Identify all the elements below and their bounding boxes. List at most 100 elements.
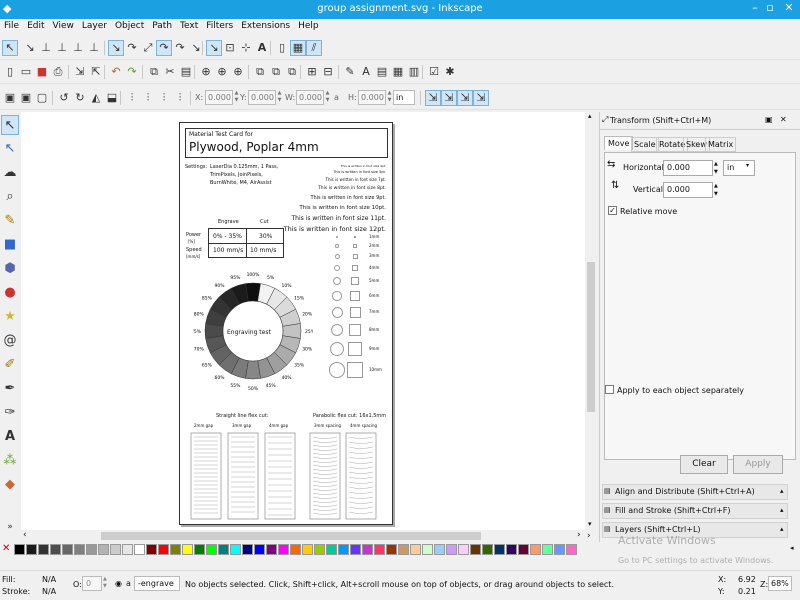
save-icon[interactable]: ■ bbox=[34, 64, 50, 80]
menu-file[interactable]: File bbox=[0, 19, 23, 31]
color-swatch[interactable] bbox=[434, 544, 445, 555]
fill-stroke-panel-tab[interactable]: Fill and Stroke (Shift+Ctrl+F) bbox=[602, 503, 788, 519]
color-swatch[interactable] bbox=[98, 544, 109, 555]
menu-extensions[interactable]: Extensions bbox=[237, 19, 294, 31]
menu-path[interactable]: Path bbox=[148, 19, 176, 31]
color-swatch[interactable] bbox=[494, 544, 505, 555]
scroll-down-icon[interactable]: ▾ bbox=[588, 520, 592, 528]
vertical-scroll-thumb[interactable] bbox=[587, 262, 595, 412]
undo-icon[interactable]: ↶ bbox=[108, 64, 124, 80]
horizontal-spinner[interactable]: ▲ ▼ bbox=[714, 160, 718, 176]
align-distribute-panel-tab[interactable]: Align and Distribute (Shift+Ctrl+A) bbox=[602, 484, 788, 500]
ungroup-icon[interactable]: ⊟ bbox=[320, 64, 336, 80]
expand-icon[interactable]: ▴ bbox=[780, 506, 784, 514]
snap-page-icon[interactable]: ▯ bbox=[274, 40, 290, 56]
open-icon[interactable]: ▭ bbox=[18, 64, 34, 80]
3d-box-tool-icon[interactable]: ⬢ bbox=[1, 259, 19, 279]
snap-guide-icon[interactable]: ⫽ bbox=[306, 40, 322, 56]
snap-intersection-icon[interactable]: ⤢ bbox=[140, 40, 156, 56]
color-swatch[interactable] bbox=[314, 544, 325, 555]
pencil-tool-icon[interactable]: ✐ bbox=[1, 355, 19, 375]
snap-nodes-icon[interactable]: ↘ bbox=[108, 40, 124, 56]
color-swatch[interactable] bbox=[386, 544, 397, 555]
color-swatch[interactable] bbox=[74, 544, 85, 555]
cut-icon[interactable]: ✂ bbox=[162, 64, 178, 80]
clear-button[interactable]: Clear bbox=[680, 455, 728, 474]
import-icon[interactable]: ⇲ bbox=[72, 64, 88, 80]
spray-tool-icon[interactable]: ⁂ bbox=[1, 451, 19, 471]
duplicate-icon[interactable]: ⧉ bbox=[252, 64, 268, 80]
apply-each-checkbox[interactable] bbox=[605, 385, 614, 394]
horizontal-scrollbar[interactable]: ‹ › bbox=[21, 530, 585, 542]
deselect-icon[interactable]: ▢ bbox=[34, 90, 50, 106]
move-patterns-icon[interactable]: ⇲ bbox=[473, 90, 489, 106]
redo-icon[interactable]: ↷ bbox=[124, 64, 140, 80]
zoom-drawing-icon[interactable]: ⊕ bbox=[214, 64, 230, 80]
color-swatch[interactable] bbox=[302, 544, 313, 555]
lock-icon[interactable]: a bbox=[334, 93, 339, 102]
expand-icon[interactable]: ▴ bbox=[780, 487, 784, 495]
scale-corners-icon[interactable]: ⇲ bbox=[441, 90, 457, 106]
color-swatch[interactable] bbox=[158, 544, 169, 555]
snap-center-icon[interactable]: ⊥ bbox=[86, 40, 102, 56]
restore-button[interactable]: ▫ bbox=[762, 1, 778, 14]
rotate-cw-icon[interactable]: ↻ bbox=[72, 90, 88, 106]
color-swatch[interactable] bbox=[362, 544, 373, 555]
palette-menu-icon[interactable]: ◂ bbox=[790, 544, 794, 552]
snap-grid-icon[interactable]: ▦ bbox=[290, 40, 306, 56]
color-swatch[interactable] bbox=[458, 544, 469, 555]
dock-close-icon[interactable]: ✕ bbox=[780, 115, 787, 124]
measure-tool-icon[interactable]: ✎ bbox=[1, 211, 19, 231]
expand-icon[interactable]: ▴ bbox=[780, 525, 784, 533]
zoom-tool-icon[interactable]: ⌕ bbox=[1, 187, 19, 207]
menu-layer[interactable]: Layer bbox=[78, 19, 111, 31]
relative-move-checkbox[interactable]: ✓ bbox=[608, 206, 617, 215]
menu-view[interactable]: View bbox=[49, 19, 78, 31]
unit-select[interactable]: in bbox=[393, 90, 415, 105]
ellipse-tool-icon[interactable]: ● bbox=[1, 283, 19, 303]
fill-value[interactable]: N/A bbox=[42, 575, 56, 584]
color-swatch[interactable] bbox=[374, 544, 385, 555]
eraser-tool-icon[interactable]: ◆ bbox=[1, 475, 19, 495]
select-all-layers-icon[interactable]: ▣ bbox=[18, 90, 34, 106]
color-swatch[interactable] bbox=[506, 544, 517, 555]
h-spinner[interactable]: ▲ ▼ bbox=[386, 90, 393, 105]
toolbox-more-icon[interactable]: » bbox=[1, 517, 19, 537]
apply-button[interactable]: Apply bbox=[733, 455, 783, 474]
dock-toggle-icon[interactable]: › bbox=[587, 531, 591, 541]
menu-filters[interactable]: Filters bbox=[202, 19, 237, 31]
select-all-icon[interactable]: ▣ bbox=[2, 90, 18, 106]
zoom-page-icon[interactable]: ⊕ bbox=[230, 64, 246, 80]
y-input[interactable]: 0.000 bbox=[248, 90, 276, 105]
unit-select[interactable]: in bbox=[723, 160, 755, 176]
lower-to-bottom-icon[interactable]: ⫶ bbox=[172, 90, 188, 106]
color-swatch[interactable] bbox=[482, 544, 493, 555]
h-input[interactable]: 0.000 bbox=[358, 90, 386, 105]
color-swatch[interactable] bbox=[218, 544, 229, 555]
color-swatch[interactable] bbox=[182, 544, 193, 555]
color-swatch[interactable] bbox=[242, 544, 253, 555]
color-swatch[interactable] bbox=[542, 544, 553, 555]
color-swatch[interactable] bbox=[470, 544, 481, 555]
text-tool-icon[interactable]: A bbox=[1, 427, 19, 447]
color-swatch[interactable] bbox=[350, 544, 361, 555]
color-swatch[interactable] bbox=[194, 544, 205, 555]
new-document-icon[interactable]: ▯ bbox=[2, 64, 18, 80]
preferences-icon[interactable]: ✱ bbox=[442, 64, 458, 80]
opacity-spinner[interactable]: ▲ ▼ bbox=[103, 576, 107, 590]
stroke-value[interactable]: N/A bbox=[42, 587, 56, 596]
color-swatch[interactable] bbox=[110, 544, 121, 555]
fill-stroke-icon[interactable]: ✎ bbox=[342, 64, 358, 80]
color-swatch[interactable] bbox=[290, 544, 301, 555]
color-swatch[interactable] bbox=[254, 544, 265, 555]
text-font-icon[interactable]: A bbox=[358, 64, 374, 80]
chevron-down-icon[interactable]: ▾ bbox=[746, 162, 749, 169]
color-swatch[interactable] bbox=[86, 544, 97, 555]
snap-rotation-center-icon[interactable]: ⊹ bbox=[238, 40, 254, 56]
snap-corner-icon[interactable]: ⊥ bbox=[54, 40, 70, 56]
unlink-clone-icon[interactable]: ⧉ bbox=[284, 64, 300, 80]
y-spinner[interactable]: ▲ ▼ bbox=[276, 90, 283, 105]
current-layer-select[interactable]: -engrave bbox=[134, 576, 180, 591]
rotate-ccw-icon[interactable]: ↺ bbox=[56, 90, 72, 106]
vertical-input[interactable]: 0.000 bbox=[663, 182, 713, 198]
